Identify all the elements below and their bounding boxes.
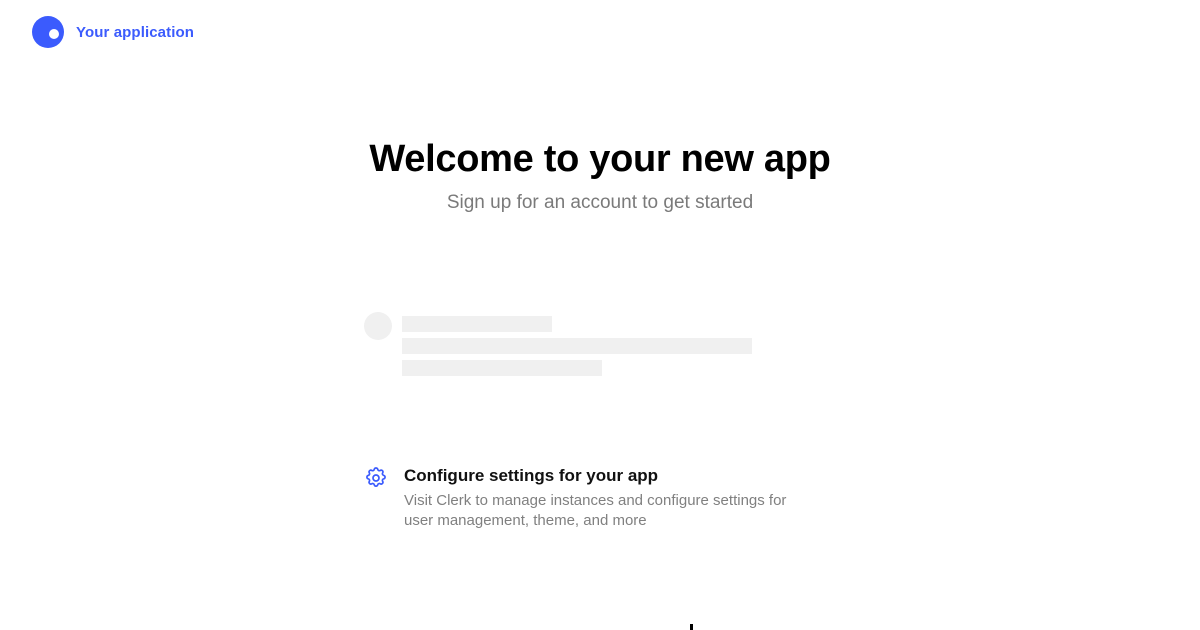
app-name: Your application	[76, 23, 194, 41]
configure-description: Visit Clerk to manage instances and conf…	[404, 492, 787, 529]
loading-skeleton	[364, 312, 764, 382]
clerk-logo-icon	[32, 16, 64, 48]
page: Your application Welcome to your new app…	[0, 0, 1200, 630]
logo-dot	[49, 29, 59, 39]
page-subtitle: Sign up for an account to get started	[446, 192, 754, 213]
partial-glyph	[690, 624, 693, 630]
gear-icon	[366, 467, 386, 487]
skeleton-line	[402, 360, 602, 376]
page-title: Welcome to your new app	[369, 138, 831, 180]
skeleton-line	[402, 316, 552, 332]
configure-title: Configure settings for your app	[404, 466, 659, 485]
brand-link[interactable]: Your application	[32, 16, 194, 48]
skeleton-line	[402, 338, 752, 354]
skeleton-avatar	[364, 312, 392, 340]
